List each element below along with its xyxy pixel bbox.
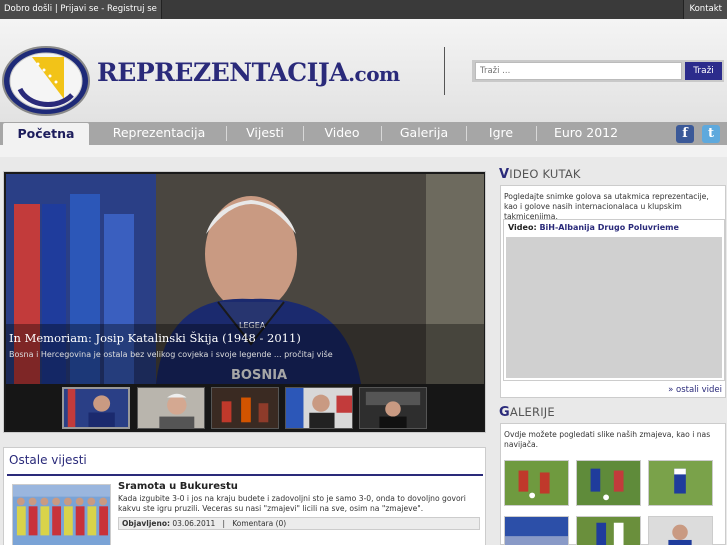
nav-item-reprezentacija[interactable]: Reprezentacija [94,122,224,145]
facebook-icon[interactable]: f [676,125,694,143]
slider-thumbnail[interactable] [211,387,279,429]
video-player: Video: BiH-Albanija Drugo Poluvrieme [503,219,725,381]
featured-slider: LEGEA BOSNIA [3,171,486,433]
gallery-thumbnail[interactable] [504,460,569,506]
video-corner: Pogledajte snimke golova sa utakmica rep… [500,185,726,398]
slider-thumbnail[interactable] [359,387,427,429]
main-nav: Početna Reprezentacija Vijesti Video Gal… [0,122,727,147]
nav-item-video[interactable]: Video [305,122,379,145]
contact-link[interactable]: Kontakt [683,0,727,19]
video-label-prefix: Video: [508,223,537,232]
published-date: 03.06.2011 [172,519,216,528]
nav-item-igre[interactable]: Igre [468,122,534,145]
published-label: Objavljeno: [122,519,170,528]
nav-item-vijesti[interactable]: Vijesti [229,122,301,145]
nav-separator [536,126,537,141]
gallery-thumbnail[interactable] [504,516,569,545]
news-meta: Objavljeno: 03.06.2011 | Komentara (0) [118,517,480,530]
thumbnail-strip [6,384,484,430]
gallery-section: Ovdje možete pogledati slike naših zmaje… [500,423,726,545]
site-header: REPREZENTACIJA.com Traži [0,19,727,122]
news-heading: Ostale vijesti [9,453,87,467]
heading-rest: IDEO KUTAK [509,167,581,181]
logo-main-text: REPREZENTACIJA [97,58,349,87]
gallery-thumbnail[interactable] [576,516,641,545]
gallery-intro: Ovdje možete pogledati slike naših zmaje… [504,430,711,449]
nav-item-euro-2012[interactable]: Euro 2012 [538,122,634,145]
slide-description[interactable]: Bosna i Hercegovina je ostala bez veliko… [9,350,333,359]
heading-rest: ALERIJE [509,405,555,419]
slider-thumbnail[interactable] [137,387,205,429]
gallery-thumbnail[interactable] [648,460,713,506]
search-input[interactable] [475,62,682,80]
video-corner-heading: VIDEO KUTAK [499,167,581,182]
comments-link[interactable]: Komentara (0) [232,519,286,528]
account-links: Dobro došli | Prijavi se - Registruj se [0,0,162,19]
nav-separator [466,126,467,141]
gallery-thumbnail[interactable] [576,460,641,506]
news-section: Ostale vijesti Sramota u Bukurestu Kada … [3,447,486,545]
heading-rule [7,474,483,476]
meta-separator: | [217,519,230,528]
nav-item-galerija[interactable]: Galerija [384,122,464,145]
video-title[interactable]: BiH-Albanija Drugo Poluvrieme [539,223,678,232]
logo-wordmark[interactable]: REPREZENTACIJA.com [97,58,400,87]
nav-underline [0,145,727,157]
slide-title[interactable]: In Memoriam: Josip Katalinski Škija (194… [9,331,301,345]
search-box: Traži [472,60,724,82]
video-intro: Pogledajte snimke golova sa utakmica rep… [504,192,709,221]
slider-thumbnail[interactable] [285,387,353,429]
login-link[interactable]: Prijavi se [60,4,98,14]
logo-suffix: .com [348,62,400,86]
nav-separator [226,126,227,141]
register-link[interactable]: Registruj se [107,4,157,14]
video-screen[interactable] [506,237,722,378]
welcome-text: Dobro došli [4,4,53,14]
nav-item-pocetna[interactable]: Početna [3,123,89,147]
news-thumbnail[interactable] [12,484,111,545]
gallery-heading: GALERIJE [499,405,555,420]
search-button[interactable]: Traži [685,62,722,80]
gallery-thumbnail[interactable] [648,516,713,545]
logo-ball-icon[interactable] [2,37,90,125]
nav-separator [303,126,304,141]
heading-initial: V [499,167,510,182]
nav-separator [381,126,382,141]
video-label: Video: BiH-Albanija Drugo Poluvrieme [508,223,679,232]
slider-thumbnail[interactable] [62,387,130,429]
header-divider [444,47,445,95]
news-title[interactable]: Sramota u Bukurestu [118,481,238,492]
twitter-icon[interactable]: t [702,125,720,143]
heading-initial: G [499,405,510,420]
more-videos-link[interactable]: » ostali videi [668,385,722,395]
news-excerpt: Kada izgubite 3-0 i jos na kraju budete … [118,494,466,513]
